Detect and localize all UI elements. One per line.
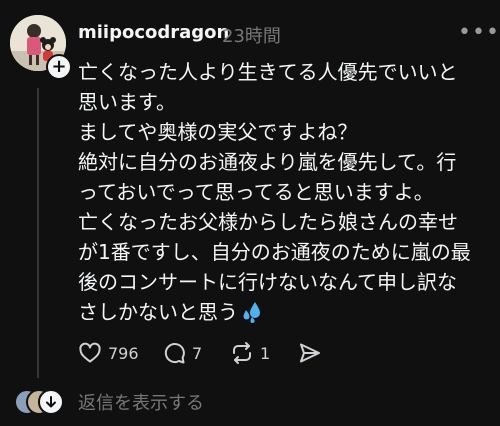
post-line: 亡くなったお父様からしたら娘さんの幸せ	[78, 210, 458, 234]
comment-icon	[164, 343, 185, 364]
post-line: さしかないと思う	[78, 300, 238, 324]
heart-icon	[79, 342, 101, 363]
repost-button[interactable]: 1	[230, 341, 270, 365]
username[interactable]: miipocodragon	[78, 22, 229, 43]
like-count: 796	[108, 343, 139, 363]
post-line-last: さしかないと思う	[78, 297, 490, 327]
like-button[interactable]: 796	[78, 341, 139, 365]
show-replies-link[interactable]: 返信を表示する	[78, 389, 204, 415]
comment-button[interactable]: 7	[162, 341, 202, 365]
thread-line	[37, 88, 39, 378]
sweat-droplets-icon	[243, 302, 260, 323]
timestamp: 23時間	[222, 26, 281, 47]
post-body: 亡くなった人より生きてる人優先でいいと 思います。 ましてや奥様の実父ですよね？…	[78, 57, 490, 327]
post-line: 後のコンサートに行けないなんて申し訳な	[78, 270, 457, 294]
reply-arrow-icon	[38, 389, 64, 415]
repost-count: 1	[260, 343, 271, 363]
send-icon	[300, 343, 320, 363]
follow-plus-icon[interactable]: +	[46, 54, 72, 80]
post-line: 絶対に自分のお通夜より嵐を優先して。行	[78, 150, 457, 174]
more-horizontal-icon[interactable]: •••	[458, 20, 500, 45]
post-line: 思います。	[78, 90, 176, 114]
post-line: っておいでって思ってると思いますよ。	[78, 180, 434, 204]
post-line: が1番ですし、自分のお通夜のために嵐の最	[78, 240, 471, 264]
share-button[interactable]	[298, 341, 322, 365]
post-line: ましてや奥様の実父ですよね？	[78, 120, 358, 144]
post-line: 亡くなった人より生きてる人優先でいいと	[78, 60, 458, 84]
repost-icon	[233, 342, 251, 364]
comment-count: 7	[192, 343, 203, 363]
